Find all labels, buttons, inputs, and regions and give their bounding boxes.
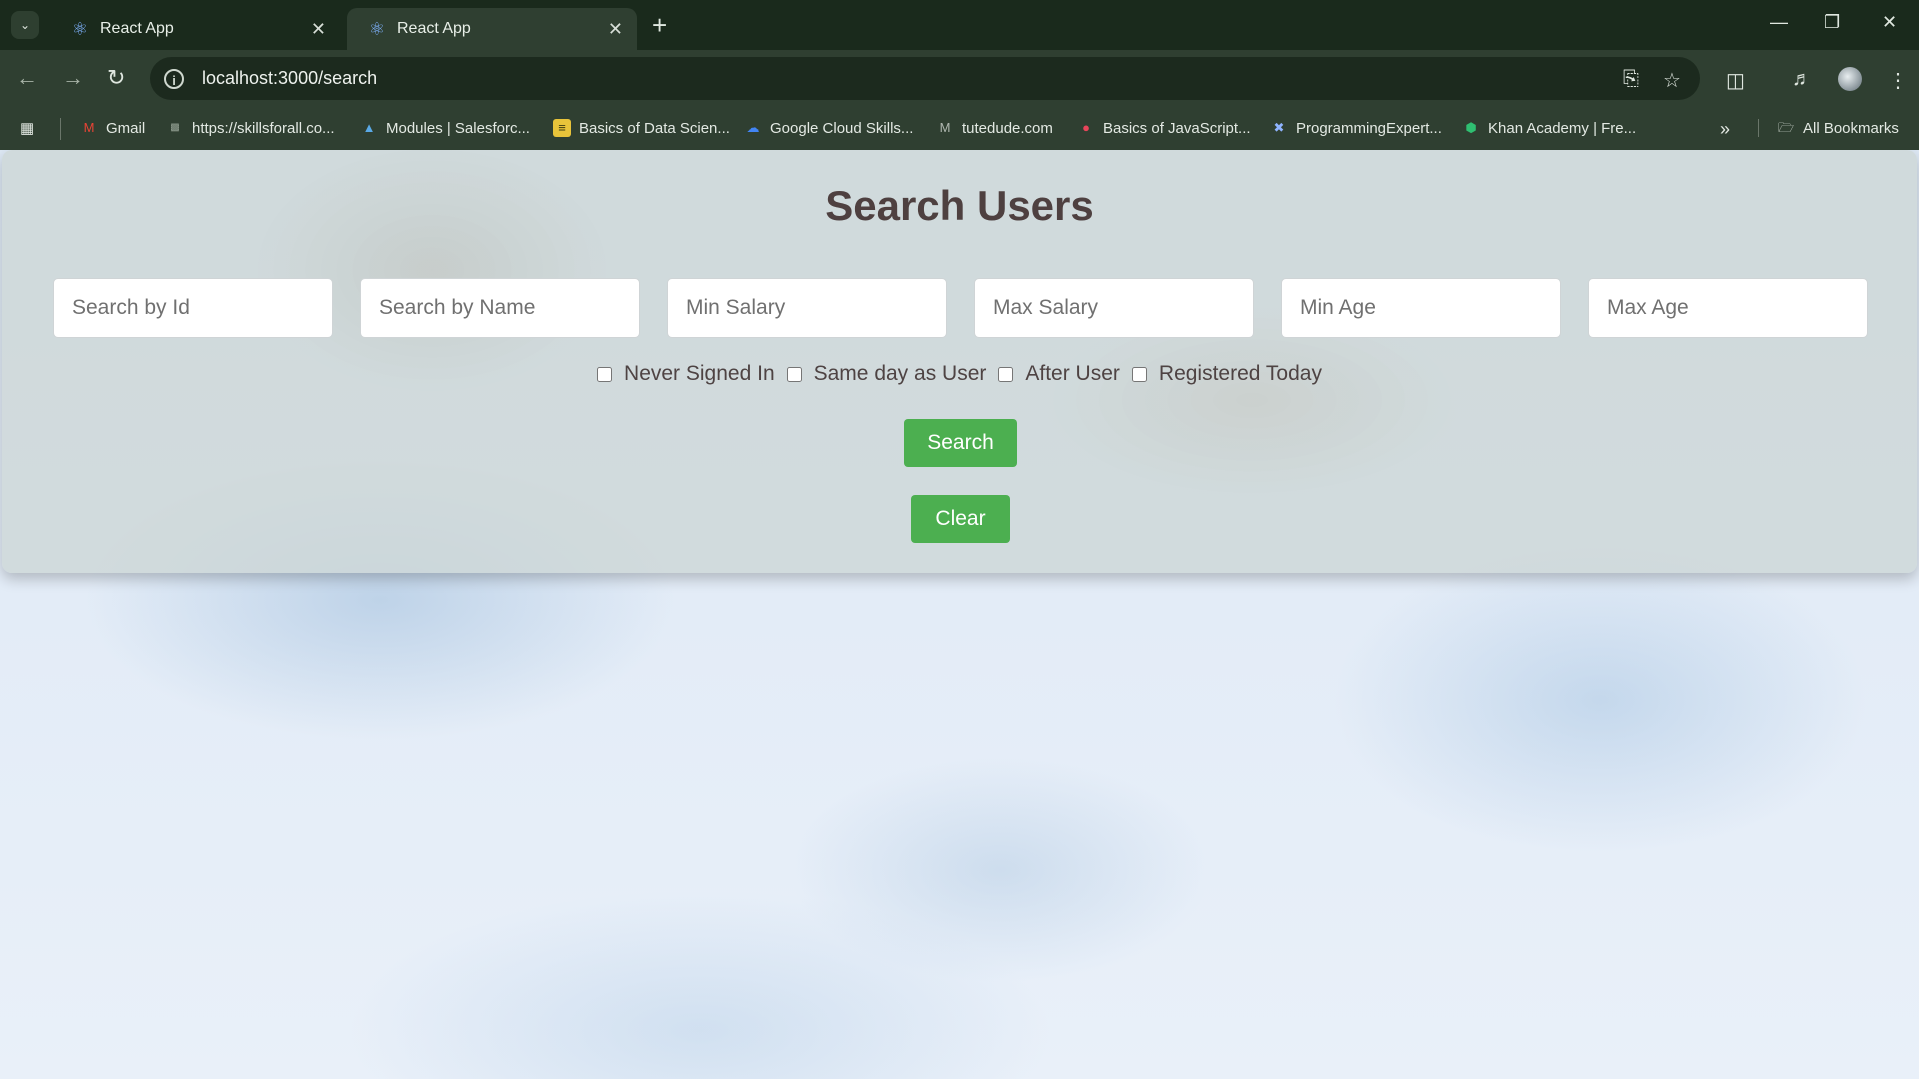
bookmark-label: https://skillsforall.co... bbox=[192, 119, 335, 137]
search-button[interactable]: Search bbox=[904, 419, 1017, 467]
programmingexpert-icon: ✖ bbox=[1273, 120, 1285, 135]
bookmark-label: Basics of JavaScript... bbox=[1103, 119, 1251, 137]
skillsforall-icon: ▩ bbox=[170, 122, 180, 133]
never-signed-in-option[interactable]: Never Signed In bbox=[597, 362, 775, 386]
min-salary-input[interactable] bbox=[667, 278, 947, 338]
checkbox-label: After User bbox=[1025, 362, 1120, 385]
media-controls-icon[interactable]: ♬ bbox=[1792, 68, 1812, 91]
reload-icon[interactable]: ↻ bbox=[107, 65, 125, 91]
install-app-icon[interactable]: ⎘ bbox=[1623, 68, 1639, 91]
back-icon[interactable]: ← bbox=[16, 65, 38, 91]
page-title: Search Users bbox=[825, 182, 1094, 229]
min-age-input[interactable] bbox=[1281, 278, 1561, 338]
data-science-icon: ≡ bbox=[553, 119, 571, 137]
tab-title: React App bbox=[100, 20, 174, 37]
bookmark-label: ProgrammingExpert... bbox=[1296, 119, 1442, 137]
minimize-icon[interactable]: — bbox=[1770, 12, 1788, 33]
bookmark-label: Modules | Salesforc... bbox=[386, 119, 530, 137]
filter-checkboxes: Never Signed In Same day as User After U… bbox=[2, 362, 1917, 386]
bookmarks-divider bbox=[60, 118, 61, 140]
extensions-icon[interactable]: ◫ bbox=[1726, 68, 1745, 93]
bookmark-label: Gmail bbox=[106, 119, 146, 137]
all-bookmarks-label: All Bookmarks bbox=[1803, 119, 1899, 137]
clear-button[interactable]: Clear bbox=[911, 495, 1010, 543]
registered-today-option[interactable]: Registered Today bbox=[1131, 362, 1322, 386]
close-tab-icon[interactable]: ✕ bbox=[311, 19, 326, 40]
tab-title: React App bbox=[397, 20, 471, 37]
url-text: localhost:3000/search bbox=[202, 68, 378, 88]
new-tab-icon[interactable]: + bbox=[652, 10, 667, 41]
site-info-icon[interactable]: i bbox=[164, 68, 184, 89]
bookmark-skillsforall[interactable]: ▩ https://skillsforall.co... bbox=[166, 119, 335, 137]
bookmark-label: Khan Academy | Fre... bbox=[1488, 119, 1637, 137]
window-close-icon[interactable]: ✕ bbox=[1882, 12, 1897, 33]
apps-grid-icon[interactable]: ▦ bbox=[20, 119, 34, 137]
tutedude-icon: M bbox=[939, 120, 951, 135]
menu-kebab-icon[interactable]: ⋮ bbox=[1888, 68, 1908, 93]
profile-avatar[interactable] bbox=[1838, 67, 1862, 91]
react-icon: ⚛ bbox=[71, 19, 89, 39]
all-bookmarks-folder[interactable]: 🗁 All Bookmarks bbox=[1758, 119, 1899, 137]
forward-icon[interactable]: → bbox=[62, 65, 84, 91]
browser-tab-1[interactable]: ⚛ React App ✕ bbox=[50, 8, 340, 50]
tab-search-dropdown-icon[interactable]: ⌄ bbox=[11, 11, 39, 39]
more-bookmarks-icon[interactable]: » bbox=[1720, 119, 1730, 140]
trailhead-icon: ▲ bbox=[362, 120, 376, 135]
bookmark-khan-academy[interactable]: ⬢ Khan Academy | Fre... bbox=[1462, 119, 1636, 137]
bookmark-salesforce[interactable]: ▲ Modules | Salesforc... bbox=[360, 119, 530, 137]
bookmark-label: tutedude.com bbox=[962, 119, 1053, 137]
bookmark-label: Basics of Data Scien... bbox=[579, 119, 730, 137]
after-user-checkbox[interactable] bbox=[998, 366, 1014, 382]
bookmark-data-science[interactable]: ≡ Basics of Data Scien... bbox=[553, 119, 730, 137]
bookmark-programmingexpert[interactable]: ✖ ProgrammingExpert... bbox=[1270, 119, 1442, 137]
bookmark-google-cloud[interactable]: ☁ Google Cloud Skills... bbox=[744, 119, 914, 137]
restore-icon[interactable]: ❐ bbox=[1824, 12, 1840, 33]
bookmark-star-icon[interactable]: ☆ bbox=[1663, 68, 1681, 93]
same-day-as-user-option[interactable]: Same day as User bbox=[786, 362, 987, 386]
tab-strip: ⌄ ⚛ React App ✕ ⚛ React App ✕ + — ❐ ✕ bbox=[0, 0, 1919, 50]
khan-academy-icon: ⬢ bbox=[1465, 120, 1477, 135]
same-day-as-user-checkbox[interactable] bbox=[786, 366, 802, 382]
folder-icon: 🗁 bbox=[1777, 120, 1795, 135]
bookmark-tutedude[interactable]: M tutedude.com bbox=[936, 119, 1053, 137]
search-name-input[interactable] bbox=[360, 278, 640, 338]
browser-toolbar: ← → ↻ i localhost:3000/search ⎘ ☆ ◫ ♬ ⋮ bbox=[0, 50, 1919, 108]
close-tab-icon[interactable]: ✕ bbox=[608, 19, 623, 40]
browser-tab-2[interactable]: ⚛ React App ✕ bbox=[347, 8, 637, 50]
checkbox-label: Never Signed In bbox=[624, 362, 775, 385]
bookmark-gmail[interactable]: M Gmail bbox=[80, 119, 146, 137]
checkbox-label: Registered Today bbox=[1158, 362, 1322, 385]
bookmark-javascript[interactable]: ● Basics of JavaScript... bbox=[1077, 119, 1251, 137]
react-icon: ⚛ bbox=[368, 19, 386, 39]
javascript-course-icon: ● bbox=[1082, 120, 1090, 135]
after-user-option[interactable]: After User bbox=[998, 362, 1120, 386]
search-card: Search Users Never Signed In Same day as… bbox=[2, 150, 1917, 573]
address-bar[interactable]: i localhost:3000/search ⎘ ☆ bbox=[150, 57, 1700, 100]
registered-today-checkbox[interactable] bbox=[1131, 366, 1147, 382]
google-cloud-icon: ☁ bbox=[746, 120, 760, 135]
page-viewport: Search Users Never Signed In Same day as… bbox=[0, 150, 1919, 1079]
bookmark-label: Google Cloud Skills... bbox=[770, 119, 914, 137]
bookmarks-bar: ▦ M Gmail ▩ https://skillsforall.co... ▲… bbox=[0, 108, 1919, 150]
max-salary-input[interactable] bbox=[974, 278, 1254, 338]
max-age-input[interactable] bbox=[1588, 278, 1868, 338]
search-id-input[interactable] bbox=[53, 278, 333, 338]
gmail-icon: M bbox=[83, 120, 95, 135]
checkbox-label: Same day as User bbox=[813, 362, 987, 385]
never-signed-in-checkbox[interactable] bbox=[597, 366, 613, 382]
